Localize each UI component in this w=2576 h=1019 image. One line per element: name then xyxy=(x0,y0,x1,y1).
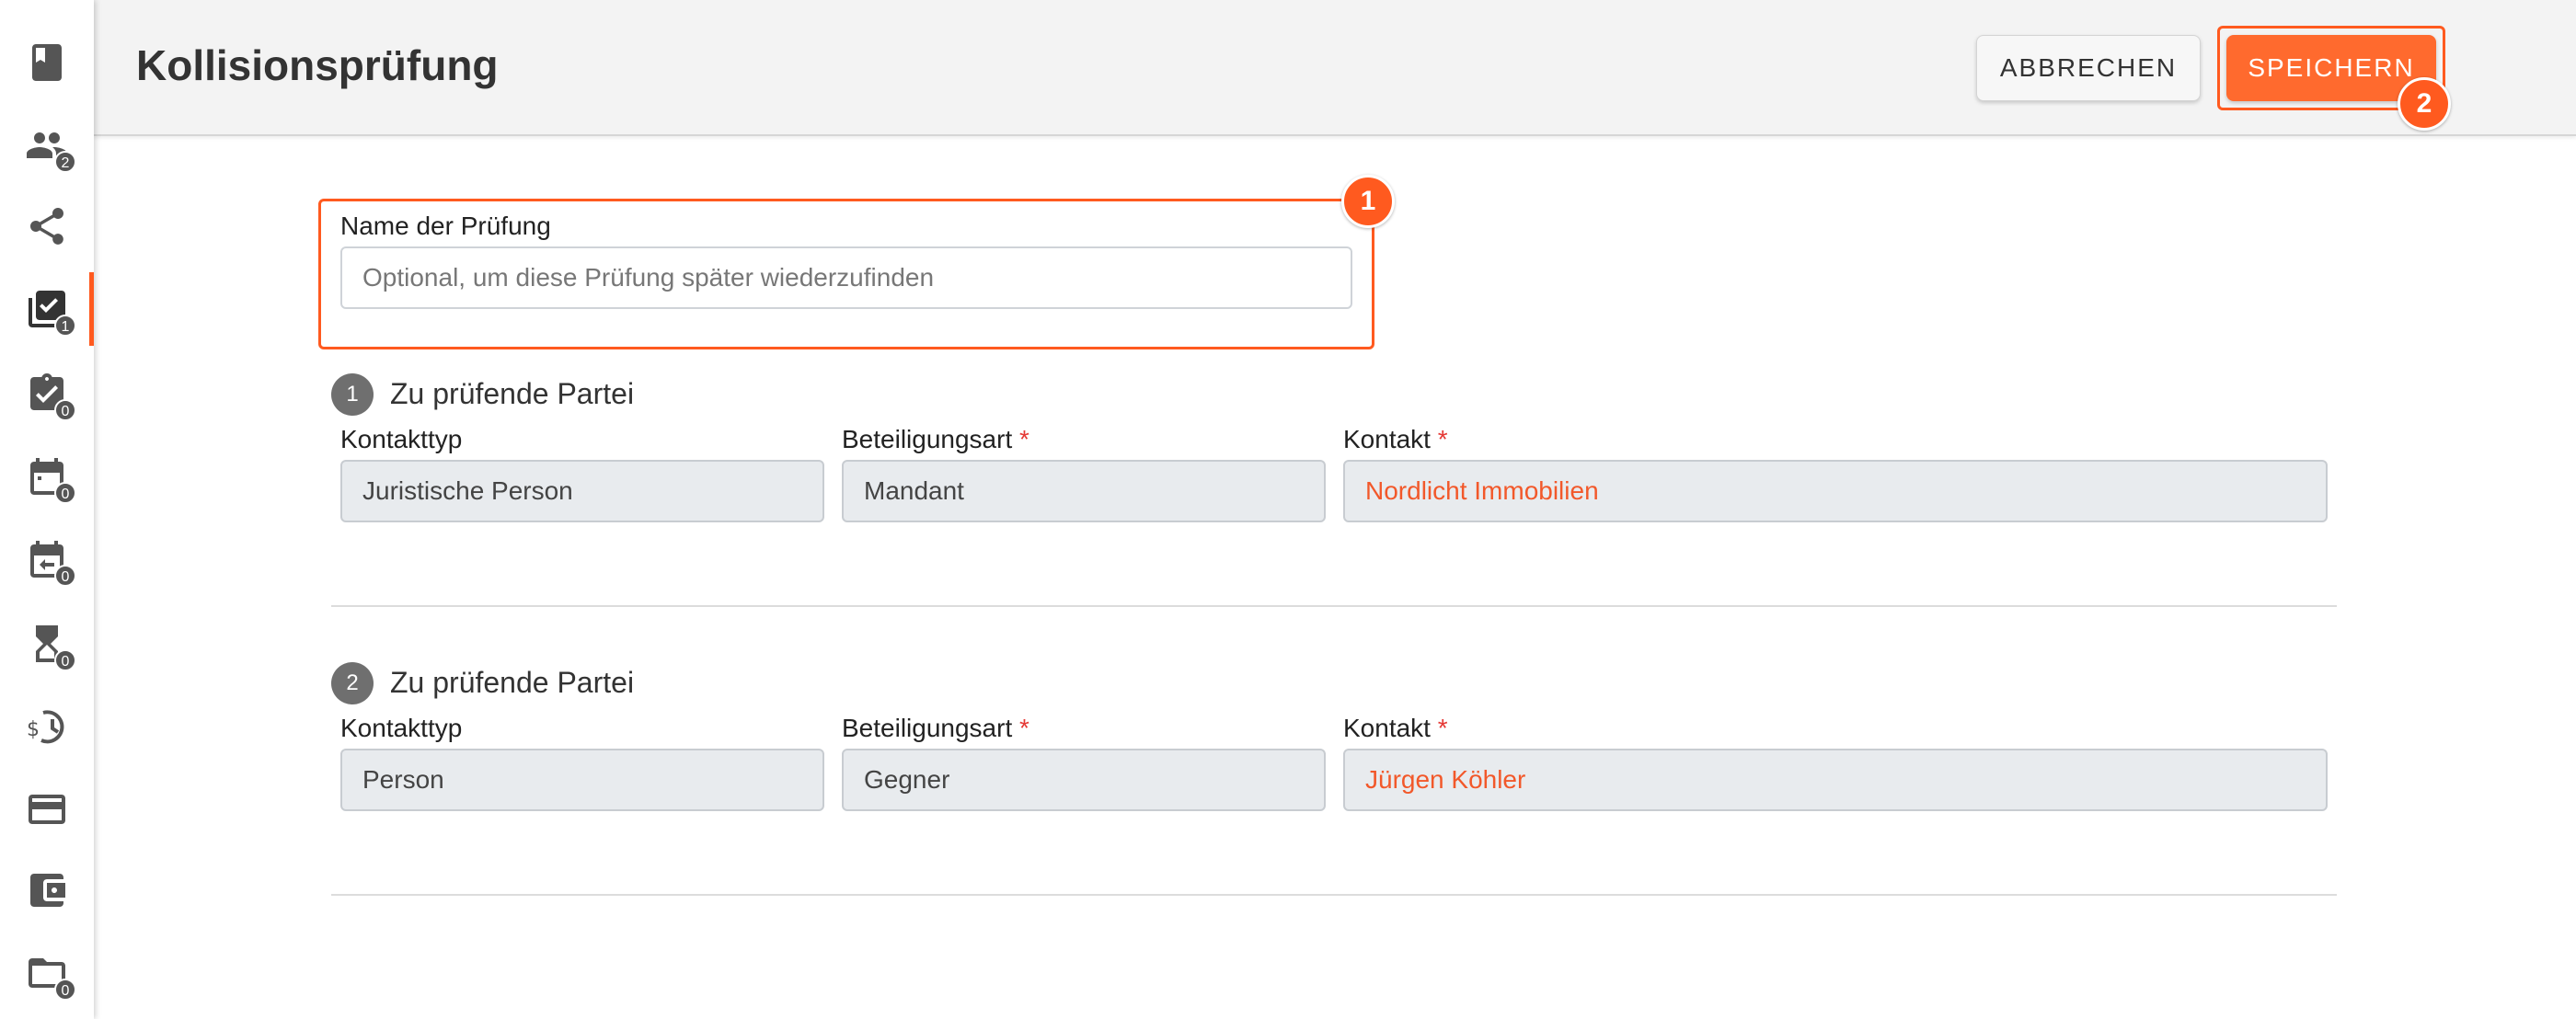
people-icon: 2 xyxy=(25,123,76,173)
sidebar-badge: 0 xyxy=(54,399,76,421)
sidebar-item-share[interactable] xyxy=(0,186,94,267)
party-number-badge: 2 xyxy=(331,662,374,704)
contact-type-label: Kontakttyp xyxy=(340,425,463,453)
contact-label-text: Kontakt xyxy=(1343,714,1431,742)
sidebar-item-credit-card[interactable] xyxy=(0,769,94,850)
credit-card-icon xyxy=(25,787,69,831)
book-icon xyxy=(25,40,69,85)
sidebar-item-folder[interactable]: 0 xyxy=(0,933,94,1013)
calendar-return-icon: 0 xyxy=(25,537,76,587)
participation-label: Beteiligungsart * xyxy=(842,714,1029,743)
contact-type-field[interactable]: Person xyxy=(340,749,824,811)
page-title: Kollisionsprüfung xyxy=(136,41,499,89)
sidebar-badge: 0 xyxy=(54,482,76,504)
page-header: Kollisionsprüfung xyxy=(94,0,2576,136)
sidebar-badge: 2 xyxy=(54,151,76,173)
svg-text:$: $ xyxy=(27,718,40,741)
contact-field[interactable]: Jürgen Köhler xyxy=(1343,749,2328,811)
participation-label-text: Beteiligungsart xyxy=(842,425,1013,453)
share-icon xyxy=(25,204,69,248)
required-mark: * xyxy=(1019,714,1029,742)
required-mark: * xyxy=(1437,714,1448,742)
collision-check-icon: 1 xyxy=(25,287,76,337)
contact-field[interactable]: Nordlicht Immobilien xyxy=(1343,460,2328,522)
sidebar-badge: 0 xyxy=(54,979,76,1001)
sidebar-item-tasks[interactable]: 0 xyxy=(0,353,94,434)
participation-field[interactable]: Mandant xyxy=(842,460,1326,522)
folder-icon: 0 xyxy=(25,951,76,1001)
clipboard-check-icon: 0 xyxy=(25,372,76,421)
contact-label-text: Kontakt xyxy=(1343,425,1431,453)
sidebar: 2 1 0 0 0 0 $ 0 xyxy=(0,0,94,1019)
calendar-icon: 0 xyxy=(25,454,76,504)
sidebar-item-book[interactable] xyxy=(0,22,94,103)
sidebar-item-calendar[interactable]: 0 xyxy=(0,436,94,517)
step-marker-1: 1 xyxy=(1341,175,1395,228)
required-mark: * xyxy=(1437,425,1448,453)
sidebar-item-hourglass[interactable]: 0 xyxy=(0,603,94,684)
party-number-badge: 1 xyxy=(331,373,374,416)
party-title: Zu prüfende Partei xyxy=(390,377,635,410)
check-name-input[interactable] xyxy=(362,263,1330,292)
contact-type-label: Kontakttyp xyxy=(340,714,463,742)
party-divider xyxy=(331,894,2337,896)
hourglass-icon: 0 xyxy=(25,622,76,671)
billing-history-icon: $ xyxy=(25,704,69,749)
participation-label: Beteiligungsart * xyxy=(842,425,1029,454)
sidebar-item-collision-check[interactable]: 1 xyxy=(0,269,94,349)
step-marker-2: 2 xyxy=(2398,77,2451,131)
contact-label: Kontakt * xyxy=(1343,425,1448,454)
contact-type-field[interactable]: Juristische Person xyxy=(340,460,824,522)
contact-label: Kontakt * xyxy=(1343,714,1448,743)
check-name-field[interactable] xyxy=(340,246,1352,309)
sidebar-badge: 1 xyxy=(54,315,76,337)
sidebar-item-billing-history[interactable]: $ xyxy=(0,686,94,767)
participation-field[interactable]: Gegner xyxy=(842,749,1326,811)
sidebar-item-wallet[interactable] xyxy=(0,850,94,931)
check-name-label: Name der Prüfung xyxy=(340,212,551,240)
cancel-button[interactable]: ABBRECHEN xyxy=(1976,35,2201,101)
sidebar-item-people[interactable]: 2 xyxy=(0,105,94,186)
sidebar-badge: 0 xyxy=(54,565,76,587)
required-mark: * xyxy=(1019,425,1029,453)
wallet-icon xyxy=(25,868,69,912)
participation-label-text: Beteiligungsart xyxy=(842,714,1013,742)
party-divider xyxy=(331,605,2337,607)
sidebar-badge: 0 xyxy=(54,649,76,671)
sidebar-item-calendar-return[interactable]: 0 xyxy=(0,519,94,600)
party-title: Zu prüfende Partei xyxy=(390,666,635,699)
